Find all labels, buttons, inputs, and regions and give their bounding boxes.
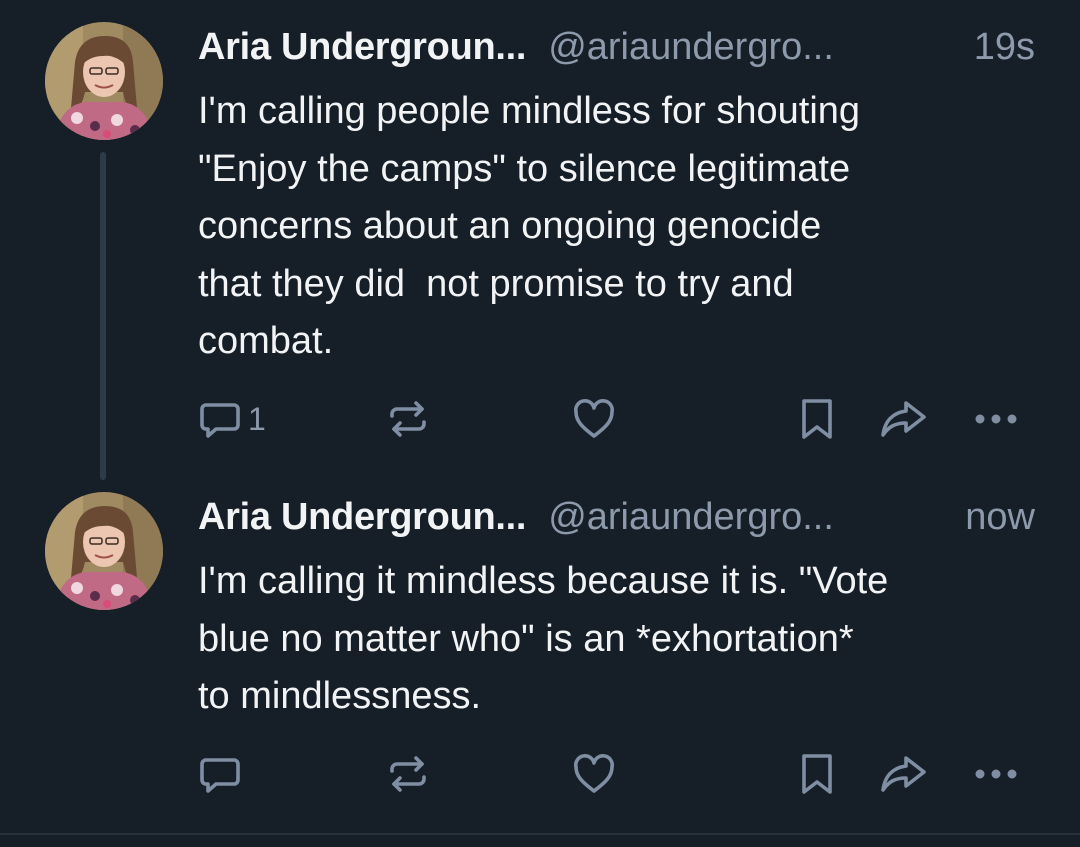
- more-icon: [972, 752, 1020, 796]
- bookmark-button[interactable]: [796, 752, 840, 796]
- share-icon: [880, 752, 928, 796]
- reply-button[interactable]: 1: [198, 397, 266, 441]
- post[interactable]: Aria Undergroun... @ariaundergro... now …: [0, 480, 1080, 833]
- like-icon: [572, 752, 616, 796]
- repost-button[interactable]: [386, 752, 430, 796]
- repost-button[interactable]: [386, 397, 430, 441]
- share-button[interactable]: [880, 752, 928, 796]
- author-handle[interactable]: @ariaundergro...: [548, 22, 834, 72]
- more-icon: [972, 397, 1020, 441]
- post-header: Aria Undergroun... @ariaundergro... now: [198, 492, 1035, 542]
- post-actions: 1: [0, 397, 1080, 441]
- reply-button[interactable]: [198, 752, 248, 796]
- author-handle[interactable]: @ariaundergro...: [548, 492, 834, 542]
- author-name[interactable]: Aria Undergroun...: [198, 492, 526, 542]
- like-button[interactable]: [572, 397, 616, 441]
- share-button[interactable]: [880, 397, 928, 441]
- post-text: I'm calling it mindless because it is. "…: [198, 560, 889, 717]
- author-name[interactable]: Aria Undergroun...: [198, 22, 526, 72]
- post-timestamp[interactable]: 19s: [974, 22, 1035, 72]
- repost-icon: [386, 397, 430, 441]
- like-button[interactable]: [572, 752, 616, 796]
- reply-icon: [198, 397, 242, 441]
- more-options-button[interactable]: [972, 752, 1020, 796]
- bookmark-button[interactable]: [796, 397, 840, 441]
- avatar[interactable]: [45, 22, 163, 140]
- divider: [0, 833, 1080, 835]
- like-icon: [572, 397, 616, 441]
- post-actions: [0, 752, 1080, 796]
- reply-icon: [198, 752, 242, 796]
- post-header: Aria Undergroun... @ariaundergro... 19s: [198, 22, 1035, 72]
- bookmark-icon: [796, 752, 840, 796]
- avatar[interactable]: [45, 492, 163, 610]
- post-timestamp[interactable]: now: [965, 492, 1035, 542]
- reply-count: 1: [248, 400, 266, 437]
- post[interactable]: Aria Undergroun... @ariaundergro... 19s …: [0, 0, 1080, 480]
- more-options-button[interactable]: [972, 397, 1020, 441]
- repost-icon: [386, 752, 430, 796]
- share-icon: [880, 397, 928, 441]
- bookmark-icon: [796, 397, 840, 441]
- post-text: I'm calling people mindless for shouting…: [198, 90, 861, 362]
